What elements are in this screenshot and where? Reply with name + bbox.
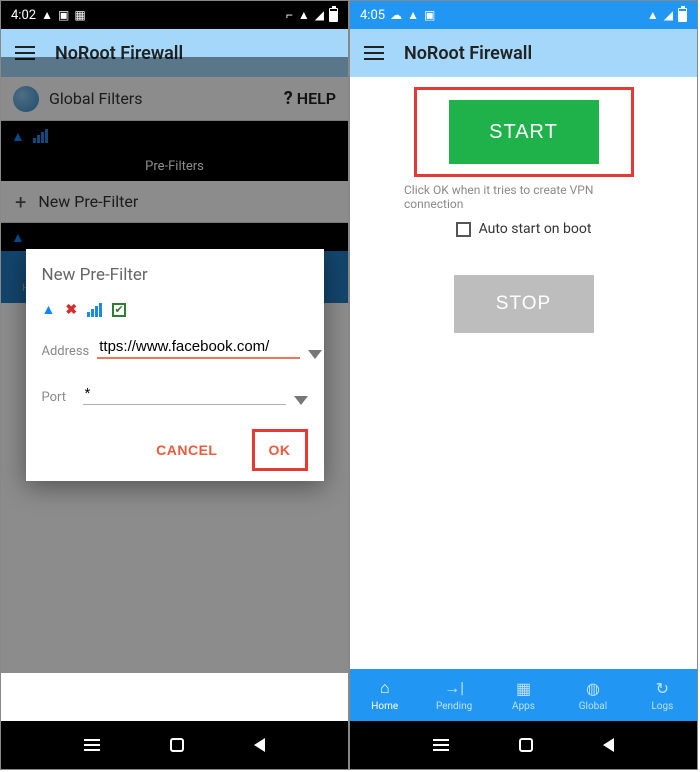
ok-button[interactable]: OK [252, 429, 308, 471]
block-wifi-icon[interactable]: ✖ [65, 302, 77, 318]
autostart-row[interactable]: Auto start on boot [364, 221, 683, 237]
modal-overlay[interactable]: New Pre-Filter ▲ ✖ ✔ Address Port [1, 57, 348, 673]
signal-icon: ◢ [664, 8, 673, 22]
wifi-icon: ▲ [298, 8, 310, 22]
cancel-button[interactable]: CANCEL [142, 429, 231, 471]
new-prefilter-dialog: New Pre-Filter ▲ ✖ ✔ Address Port [26, 249, 324, 481]
nav-label: Apps [512, 701, 535, 712]
flame-icon: ▲ [41, 8, 53, 22]
nav-label: Home [371, 701, 398, 712]
android-nav [1, 721, 348, 769]
start-highlight: START [414, 87, 634, 177]
home-icon: ⌂ [380, 678, 390, 698]
allow-cell-icon[interactable]: ✔ [112, 303, 126, 317]
bottom-nav: ⌂ Home →| Pending ▦ Apps ◍ Global ↻ Logs [350, 669, 697, 721]
status-time: 4:05 [360, 8, 385, 23]
nav-global[interactable]: ◍ Global [558, 669, 627, 721]
port-label: Port [42, 390, 75, 405]
dropdown-icon[interactable] [308, 350, 322, 359]
nav-apps[interactable]: ▦ Apps [489, 669, 558, 721]
dialog-title: New Pre-Filter [42, 265, 308, 285]
stop-button[interactable]: STOP [454, 275, 594, 333]
image-icon: ▣ [424, 8, 435, 22]
statusbar: 4:05 ☁ ▲ ▣ ▲ ◢ [350, 1, 697, 29]
recent-apps-button[interactable] [433, 739, 449, 751]
port-field-row: Port [42, 383, 308, 405]
cloud-icon: ☁ [390, 8, 402, 22]
apps-icon: ▦ [516, 679, 531, 698]
phone-right: 4:05 ☁ ▲ ▣ ▲ ◢ NoRoot Firewall START Cli… [350, 1, 697, 769]
app-title: NoRoot Firewall [404, 43, 532, 64]
flame-icon: ▲ [407, 8, 419, 22]
menu-icon[interactable] [364, 46, 384, 60]
grid-icon: ▦ [74, 8, 85, 22]
recent-apps-button[interactable] [84, 739, 100, 751]
phone-left: 4:02 ▲ ▣ ▦ ⌐ ▲ ◢ NoRoot Firewall Glo [1, 1, 348, 769]
dialog-actions: CANCEL OK [42, 429, 308, 471]
address-field-row: Address [42, 336, 308, 359]
key-icon: ⌐ [286, 8, 293, 22]
globe-icon: ◍ [586, 679, 600, 698]
home-button[interactable] [519, 738, 533, 752]
signal-icon: ◢ [315, 8, 324, 22]
nav-logs[interactable]: ↻ Logs [628, 669, 697, 721]
start-button[interactable]: START [449, 100, 599, 164]
address-input[interactable] [97, 336, 300, 359]
home-body: START Click OK when it tries to create V… [350, 77, 697, 669]
address-label: Address [42, 344, 90, 359]
wifi-icon: ▲ [647, 8, 659, 22]
android-nav [350, 721, 697, 769]
nav-pending[interactable]: →| Pending [419, 669, 488, 721]
appbar: NoRoot Firewall [350, 29, 697, 77]
pending-icon: →| [444, 678, 464, 698]
battery-icon [678, 8, 687, 22]
port-input[interactable] [83, 383, 286, 405]
nav-label: Global [579, 701, 607, 712]
nav-label: Logs [651, 701, 673, 712]
image-icon: ▣ [58, 8, 69, 22]
home-button[interactable] [170, 738, 184, 752]
status-time: 4:02 [11, 8, 36, 23]
statusbar: 4:02 ▲ ▣ ▦ ⌐ ▲ ◢ [1, 1, 348, 29]
cellular-icon[interactable] [87, 303, 102, 317]
nav-label: Pending [436, 701, 472, 712]
battery-icon [329, 8, 338, 22]
wifi-icon[interactable]: ▲ [42, 301, 56, 318]
logs-icon: ↻ [656, 679, 669, 698]
checkbox-icon[interactable] [456, 222, 471, 237]
dropdown-icon[interactable] [294, 396, 308, 405]
back-button[interactable] [603, 738, 614, 752]
autostart-label: Auto start on boot [479, 221, 592, 237]
connection-toggles: ▲ ✖ ✔ [42, 301, 308, 318]
nav-home[interactable]: ⌂ Home [350, 669, 419, 721]
vpn-note: Click OK when it tries to create VPN con… [404, 183, 643, 211]
back-button[interactable] [254, 738, 265, 752]
